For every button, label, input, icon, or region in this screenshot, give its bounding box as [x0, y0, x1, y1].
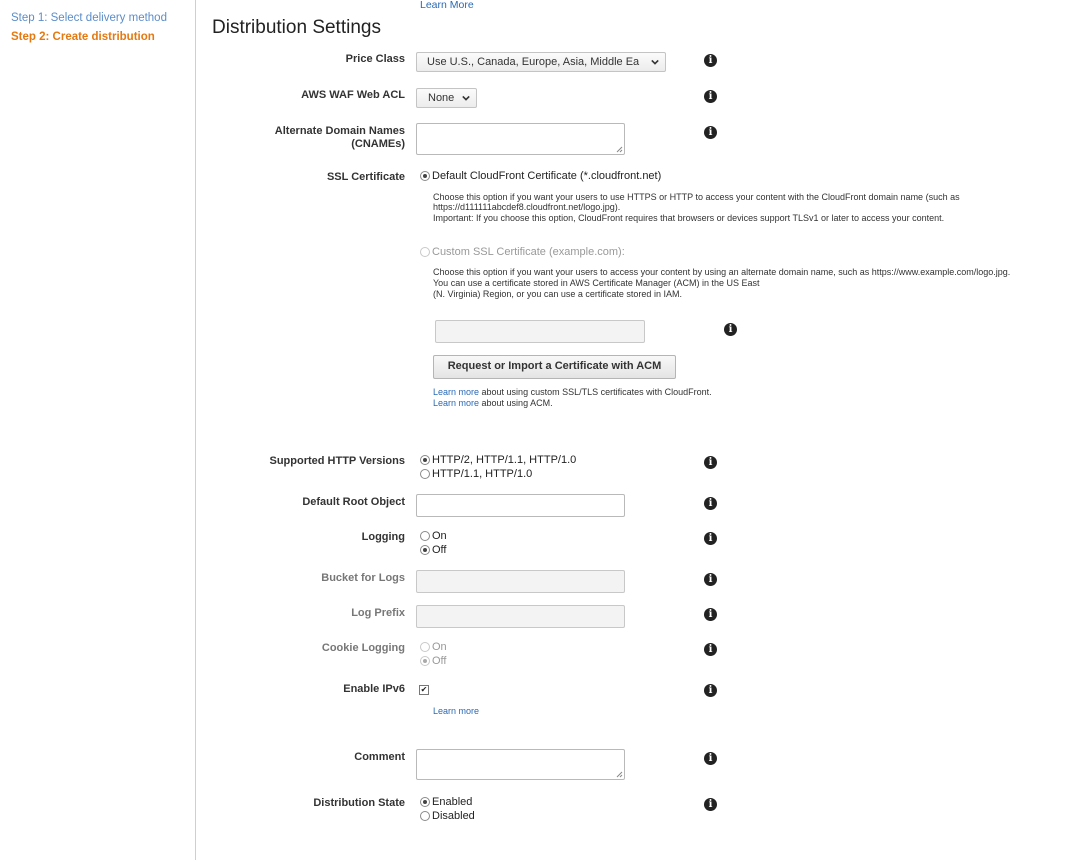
info-icon[interactable]: i [704, 126, 717, 139]
resize-grip-icon[interactable] [616, 771, 623, 778]
wizard-sidebar: Step 1: Select delivery method Step 2: C… [0, 0, 196, 860]
info-icon[interactable]: i [724, 323, 737, 336]
logging-label: Logging [361, 531, 405, 543]
price-class-value: Use U.S., Canada, Europe, Asia, Middle E… [427, 56, 640, 68]
logging-off-radio[interactable] [420, 545, 430, 555]
chevron-down-icon [462, 95, 470, 101]
dist-state-enabled-radio[interactable] [420, 797, 430, 807]
learn-more-acm-text: about using ACM. [479, 398, 553, 408]
http11-option-label: HTTP/1.1, HTTP/1.0 [432, 468, 533, 480]
ssl-custom-radio[interactable] [420, 247, 430, 257]
dist-state-disabled-label: Disabled [432, 810, 475, 822]
cookie-logging-on-radio[interactable] [420, 642, 430, 652]
info-icon[interactable]: i [704, 497, 717, 510]
info-icon[interactable]: i [704, 573, 717, 586]
main-content: Learn More Distribution Settings Price C… [196, 0, 1082, 860]
learn-more-top-link[interactable]: Learn More [420, 0, 474, 11]
chevron-down-icon [651, 59, 659, 65]
ssl-default-desc-1: Choose this option if you want your user… [433, 192, 960, 202]
ssl-default-radio[interactable] [420, 171, 430, 181]
info-icon[interactable]: i [704, 684, 717, 697]
http2-option-label: HTTP/2, HTTP/1.1, HTTP/1.0 [432, 454, 577, 466]
dist-state-enabled-label: Enabled [432, 796, 473, 808]
ipv6-label: Enable IPv6 [343, 683, 405, 695]
cookie-logging-off-radio[interactable] [420, 656, 430, 666]
ssl-custom-desc-3: (N. Virginia) Region, or you can use a c… [433, 289, 682, 299]
info-icon[interactable]: i [704, 54, 717, 67]
waf-value: None [428, 92, 455, 104]
ssl-default-option-label: Default CloudFront Certificate (*.cloudf… [432, 170, 662, 182]
info-icon[interactable]: i [704, 798, 717, 811]
ssl-label: SSL Certificate [326, 171, 405, 183]
info-icon[interactable]: i [704, 643, 717, 656]
page-title: Distribution Settings [212, 17, 381, 38]
cookie-logging-label: Cookie Logging [321, 642, 405, 654]
ipv6-checkbox[interactable]: ✔ [419, 685, 429, 695]
custom-certificate-input[interactable] [435, 320, 645, 343]
ssl-default-desc-2: https://d111111abcdef8.cloudfront.net/lo… [433, 202, 621, 212]
comment-label: Comment [354, 751, 405, 763]
bucket-label: Bucket for Logs [321, 572, 405, 584]
cookie-logging-on-label: On [432, 641, 447, 653]
http11-radio[interactable] [420, 469, 430, 479]
info-icon[interactable]: i [704, 90, 717, 103]
ssl-custom-option-label: Custom SSL Certificate (example.com): [432, 246, 625, 258]
comment-textarea[interactable] [416, 749, 625, 780]
dist-state-label: Distribution State [313, 797, 405, 809]
learn-more-ssl-text: about using custom SSL/TLS certificates … [479, 387, 712, 397]
log-prefix-input[interactable] [416, 605, 625, 628]
ssl-custom-desc-2: You can use a certificate stored in AWS … [433, 278, 760, 288]
price-class-label: Price Class [345, 53, 405, 65]
cnames-label-line1: Alternate Domain Names [274, 125, 405, 137]
info-icon[interactable]: i [704, 532, 717, 545]
root-object-input[interactable] [416, 494, 625, 517]
logging-on-radio[interactable] [420, 531, 430, 541]
learn-more-ssl-line: Learn more about using custom SSL/TLS ce… [433, 387, 712, 398]
info-icon[interactable]: i [704, 752, 717, 765]
learn-more-acm-link[interactable]: Learn more [433, 398, 479, 408]
http-versions-label: Supported HTTP Versions [269, 455, 406, 467]
learn-more-ssl-link[interactable]: Learn more [433, 387, 479, 397]
step-1-link[interactable]: Step 1: Select delivery method [11, 12, 167, 24]
acm-request-button[interactable]: Request or Import a Certificate with ACM [433, 355, 676, 379]
resize-grip-icon[interactable] [616, 146, 623, 153]
waf-label: AWS WAF Web ACL [301, 89, 405, 101]
http2-radio[interactable] [420, 455, 430, 465]
root-object-label: Default Root Object [302, 496, 405, 508]
info-icon[interactable]: i [704, 456, 717, 469]
cnames-textarea[interactable] [416, 123, 625, 155]
cnames-label-line2: (CNAMEs) [351, 138, 405, 150]
waf-select[interactable]: None [416, 88, 477, 108]
ssl-default-desc-3: Important: If you choose this option, Cl… [433, 213, 945, 223]
ipv6-learn-more-link[interactable]: Learn more [433, 706, 479, 717]
ssl-custom-desc-1: Choose this option if you want your user… [433, 267, 1011, 277]
cnames-label: Alternate Domain Names (CNAMEs) [235, 125, 405, 151]
log-prefix-label: Log Prefix [351, 607, 405, 619]
dist-state-disabled-radio[interactable] [420, 811, 430, 821]
learn-more-acm-line: Learn more about using ACM. [433, 398, 553, 409]
step-2-current: Step 2: Create distribution [11, 31, 155, 43]
bucket-input[interactable] [416, 570, 625, 593]
logging-off-label: Off [432, 544, 447, 556]
cookie-logging-off-label: Off [432, 655, 447, 667]
info-icon[interactable]: i [704, 608, 717, 621]
logging-on-label: On [432, 530, 447, 542]
price-class-select[interactable]: Use U.S., Canada, Europe, Asia, Middle E… [416, 52, 666, 72]
